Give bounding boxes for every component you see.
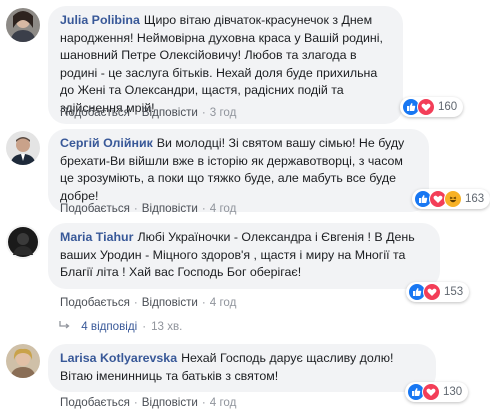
like-button[interactable]: Подобається — [60, 106, 130, 119]
separator: · — [133, 396, 138, 409]
reactions-summary[interactable]: 130 — [405, 382, 469, 402]
comment-actions: Подобається · Відповісти · 4 год — [60, 296, 236, 309]
haha-icon — [444, 190, 462, 208]
like-button[interactable]: Подобається — [60, 396, 130, 409]
reactions-summary[interactable]: 163 — [412, 189, 490, 209]
comment-timestamp[interactable]: 4 год — [210, 202, 237, 215]
love-icon — [417, 98, 435, 116]
separator: · — [133, 296, 138, 309]
comment-timestamp[interactable]: 4 год — [210, 296, 237, 309]
reply-arrow-icon — [58, 320, 73, 333]
reaction-count: 153 — [444, 286, 464, 298]
avatar[interactable] — [6, 131, 40, 165]
reaction-count: 163 — [465, 193, 485, 205]
separator: · — [142, 320, 147, 333]
comment-text: Щиро вітаю дівчаток-красунечок з Днем на… — [60, 13, 383, 115]
avatar[interactable] — [6, 344, 40, 378]
love-icon — [423, 283, 441, 301]
love-icon — [422, 383, 440, 401]
comment-author[interactable]: Julia Polibina — [60, 13, 140, 27]
comment-actions: Подобається · Відповісти · 4 год — [60, 396, 236, 409]
reply-button[interactable]: Відповісти — [142, 396, 198, 409]
comment-author[interactable]: Сергій Олійник — [60, 136, 153, 150]
comment-actions: Подобається · Відповісти · 3 год — [60, 106, 236, 119]
reply-button[interactable]: Відповісти — [142, 296, 198, 309]
comment-author[interactable]: Larisa Kotlyarevska — [60, 351, 177, 365]
like-button[interactable]: Подобається — [60, 296, 130, 309]
reaction-count: 130 — [443, 386, 463, 398]
reactions-summary[interactable]: 160 — [400, 97, 464, 117]
avatar[interactable] — [6, 225, 40, 259]
view-replies[interactable]: 4 відповіді · 13 хв. — [58, 320, 182, 333]
separator: · — [201, 106, 206, 119]
replies-count-link[interactable]: 4 відповіді — [81, 320, 137, 333]
comment-bubble: Maria Tiahur Любі Україночки - Олександра… — [48, 223, 440, 289]
comment-timestamp[interactable]: 4 год — [210, 396, 237, 409]
separator: · — [201, 296, 206, 309]
like-button[interactable]: Подобається — [60, 202, 130, 215]
comment-bubble: Larisa Kotlyarevska Нехай Господь дарує щ… — [48, 344, 436, 392]
comment-author[interactable]: Maria Tiahur — [60, 230, 133, 244]
comment-actions: Подобається · Відповісти · 4 год — [60, 202, 236, 215]
avatar[interactable] — [6, 8, 40, 42]
reactions-summary[interactable]: 153 — [406, 282, 470, 302]
comment-bubble: Сергій Олійник Ви молодці! Зі святом вашу… — [48, 129, 429, 212]
reply-button[interactable]: Відповісти — [142, 106, 198, 119]
separator: · — [201, 396, 206, 409]
separator: · — [133, 202, 138, 215]
separator: · — [133, 106, 138, 119]
separator: · — [201, 202, 206, 215]
replies-timestamp: 13 хв. — [151, 320, 183, 333]
reply-button[interactable]: Відповісти — [142, 202, 198, 215]
comment-timestamp[interactable]: 3 год — [210, 106, 237, 119]
reaction-count: 160 — [438, 101, 458, 113]
